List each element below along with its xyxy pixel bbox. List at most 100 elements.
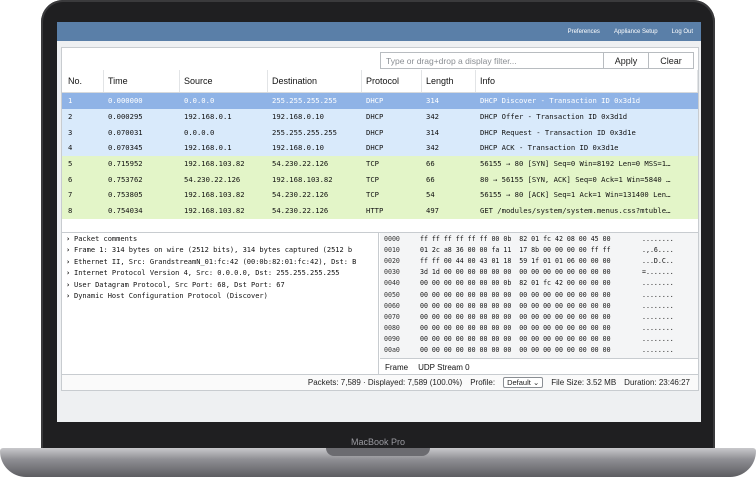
hex-bytes: 00 00 00 00 00 00 00 00 00 00 00 00 00 0… — [420, 312, 611, 321]
hex-bytes: 00 00 00 00 00 00 00 00 00 00 00 00 00 0… — [420, 301, 611, 310]
hex-ascii: .,.6.... — [642, 245, 674, 254]
packet-cell-proto: DHCP — [366, 127, 384, 137]
laptop-screen: Preferences Appliance Setup Log Out Type… — [57, 22, 701, 422]
column-header-source[interactable]: Source — [180, 70, 268, 92]
packet-row[interactable]: 1 0.000000 0.0.0.0 255.255.255.255 DHCP 314 DH… — [62, 93, 698, 109]
column-header-no[interactable]: No. — [62, 70, 104, 92]
packet-cell-dst: 255.255.255.255 — [272, 127, 337, 137]
hex-row[interactable]: 0030 3d 1d 00 00 00 00 00 00 00 00 00 00 … — [380, 267, 698, 278]
packet-bytes-pane: 0000 ff ff ff ff ff ff 00 0b 82 01 fc 42 … — [380, 233, 698, 366]
packet-row[interactable]: 4 0.070345 192.168.0.1 192.168.0.10 DHCP 342 D… — [62, 140, 698, 156]
hex-ascii: ........ — [642, 301, 674, 310]
clear-filter-button[interactable]: Clear — [649, 52, 694, 69]
hex-row[interactable]: 0000 ff ff ff ff ff ff 00 0b 82 01 fc 42 … — [380, 233, 698, 244]
profile-select[interactable]: Default ⌄ — [503, 377, 544, 388]
packet-cell-dst: 54.230.22.126 — [272, 190, 329, 200]
chevron-right-icon: › — [66, 234, 71, 243]
tree-node[interactable]: › Frame 1: 314 bytes on wire (2512 bits),… — [62, 245, 378, 257]
hex-off: 0000 — [380, 234, 420, 243]
nav-appliance-setup[interactable]: Appliance Setup — [614, 29, 658, 35]
packet-row[interactable]: 8 0.754034 192.168.103.82 54.230.22.126 HTTP… — [62, 202, 698, 219]
packet-cell-info: DHCP Discover - Transaction ID 0x3d1d — [480, 96, 641, 106]
hex-row[interactable]: 00a0 00 00 00 00 00 00 00 00 00 00 00 00 … — [380, 345, 698, 356]
capture-duration: Duration: 23:46:27 — [624, 378, 690, 387]
packet-cell-no: 3 — [68, 127, 73, 137]
packet-cell-time: 0.753762 — [108, 174, 143, 184]
hex-off: 00a0 — [380, 346, 420, 355]
hex-off: 0090 — [380, 335, 420, 344]
packet-row[interactable]: 5 0.715952 192.168.103.82 54.230.22.126 TCP 6… — [62, 155, 698, 172]
packet-cell-len: 342 — [426, 112, 439, 122]
detail-panes: › Packet comments › Frame 1: 314 bytes on … — [62, 232, 698, 376]
hex-row[interactable]: 0080 00 00 00 00 00 00 00 00 00 00 00 00 … — [380, 323, 698, 334]
tree-node[interactable]: › Packet comments — [62, 233, 378, 245]
packet-count: Packets: 7,589 · Displayed: 7,589 (100.0… — [307, 378, 463, 387]
hex-bytes: 00 00 00 00 00 00 00 0b 82 01 fc 42 00 0… — [420, 279, 611, 288]
packet-cell-proto: TCP — [366, 190, 379, 200]
chevron-right-icon: › — [66, 257, 71, 266]
apply-filter-button[interactable]: Apply — [603, 52, 649, 69]
packet-cell-dst: 54.230.22.126 — [272, 206, 329, 216]
hex-row[interactable]: 0040 00 00 00 00 00 00 00 0b 82 01 fc 42 … — [380, 278, 698, 289]
hex-ascii: ........ — [642, 290, 674, 299]
hex-off: 0030 — [380, 268, 420, 277]
packet-cell-dst: 54.230.22.126 — [272, 159, 329, 169]
packet-cell-proto: DHCP — [366, 112, 384, 122]
hex-row[interactable]: 0050 00 00 00 00 00 00 00 00 00 00 00 00 … — [380, 289, 698, 300]
packet-cell-time: 0.070345 — [108, 143, 143, 153]
hex-ascii: ...D.C.. — [642, 256, 674, 265]
packet-cell-dst: 192.168.0.10 — [272, 143, 324, 153]
packet-row[interactable]: 6 0.753762 54.230.22.126 192.168.103.82 TCP 6… — [62, 171, 698, 188]
packet-row[interactable]: 7 0.753805 192.168.103.82 54.230.22.126 TCP 5… — [62, 187, 698, 203]
tree-node[interactable]: › Internet Protocol Version 4, Src: 0.0.0… — [62, 268, 378, 280]
hex-off: 0010 — [380, 245, 420, 254]
tab-udp-stream[interactable]: UDP Stream 0 — [413, 363, 474, 372]
tree-node[interactable]: › User Datagram Protocol, Src Port: 68, D… — [62, 279, 378, 291]
tab-frame[interactable]: Frame — [380, 363, 413, 372]
packet-cell-src: 192.168.0.1 — [184, 112, 232, 122]
chevron-right-icon: › — [66, 292, 71, 301]
packet-list: No. Time Source Destination Protocol Len… — [62, 70, 698, 232]
packet-cell-no: 6 — [68, 174, 73, 184]
packet-cell-src: 0.0.0.0 — [184, 96, 215, 106]
hex-ascii: ........ — [642, 335, 674, 344]
hex-ascii: =....... — [642, 268, 674, 277]
packet-row[interactable]: 2 0.000295 192.168.0.1 192.168.0.10 DHCP 342 D… — [62, 108, 698, 125]
hex-bytes: 3d 1d 00 00 00 00 00 00 00 00 00 00 00 0… — [420, 268, 611, 277]
packet-row[interactable]: 3 0.070031 0.0.0.0 255.255.255.255 DHCP 314 DH… — [62, 124, 698, 141]
display-filter-input[interactable]: Type or drag+drop a display filter... — [380, 52, 603, 69]
hex-off: 0060 — [380, 301, 420, 310]
file-size: File Size: 3.52 MB — [551, 378, 617, 387]
hex-row[interactable]: 0090 00 00 00 00 00 00 00 00 00 00 00 00 … — [380, 334, 698, 345]
nav-log-out[interactable]: Log Out — [672, 29, 693, 35]
column-header-info[interactable]: Info — [476, 70, 698, 92]
packet-cell-info: DHCP Request - Transaction ID 0x3d1e — [480, 127, 636, 137]
nav-preferences[interactable]: Preferences — [568, 29, 600, 35]
hex-bytes: 00 00 00 00 00 00 00 00 00 00 00 00 00 0… — [420, 346, 611, 355]
packet-cell-no: 7 — [68, 190, 73, 200]
hex-off: 0070 — [380, 312, 420, 321]
tree-node[interactable]: › Ethernet II, Src: GrandstreamN_01:fc:42… — [62, 256, 378, 268]
hex-off: 0040 — [380, 279, 420, 288]
packet-cell-info: GET /modules/system/system.menus.css?mtu… — [480, 206, 671, 216]
packet-cell-src: 54.230.22.126 — [184, 174, 241, 184]
packet-cell-len: 314 — [426, 127, 439, 137]
column-header-time[interactable]: Time — [104, 70, 180, 92]
column-header-protocol[interactable]: Protocol — [362, 70, 422, 92]
hex-row[interactable]: 0010 01 2c a8 36 00 00 fa 11 17 8b 00 00 … — [380, 244, 698, 255]
hex-row[interactable]: 0020 ff ff 00 44 00 43 01 18 59 1f 01 01 … — [380, 255, 698, 266]
column-header-destination[interactable]: Destination — [268, 70, 362, 92]
packet-cell-info: 56155 → 80 [SYN] Seq=0 Win=8192 Len=0 MS… — [480, 159, 671, 169]
tree-node[interactable]: › Dynamic Host Configuration Protocol (Di… — [62, 291, 378, 303]
packet-cell-src: 192.168.103.82 — [184, 206, 245, 216]
hex-ascii: ........ — [642, 234, 674, 243]
laptop-brand: MacBook Pro — [350, 437, 406, 447]
hex-ascii: ........ — [642, 312, 674, 321]
hex-row[interactable]: 0060 00 00 00 00 00 00 00 00 00 00 00 00 … — [380, 300, 698, 311]
packet-cell-time: 0.000295 — [108, 112, 143, 122]
hex-bytes: 00 00 00 00 00 00 00 00 00 00 00 00 00 0… — [420, 335, 611, 344]
hex-row[interactable]: 0070 00 00 00 00 00 00 00 00 00 00 00 00 … — [380, 311, 698, 322]
packet-cell-info: DHCP ACK - Transaction ID 0x3d1e — [480, 143, 619, 153]
laptop-notch — [326, 448, 430, 456]
column-header-length[interactable]: Length — [422, 70, 476, 92]
